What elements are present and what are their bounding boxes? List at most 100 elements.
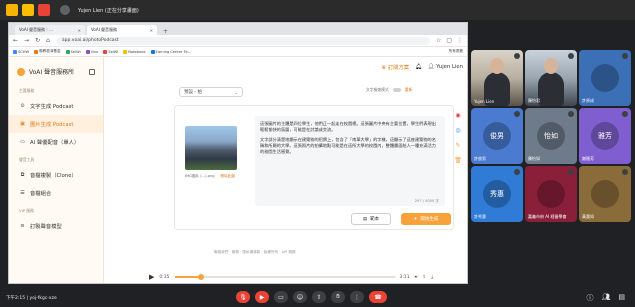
- participant-tile[interactable]: 怡如陳怡如: [525, 108, 577, 164]
- chat-icon[interactable]: ▤: [618, 293, 625, 303]
- record-icon[interactable]: ◉: [455, 112, 460, 119]
- avatar: 俊男: [483, 122, 511, 150]
- reset-link[interactable]: 重新: [405, 87, 413, 93]
- star-icon[interactable]: ☆: [436, 37, 441, 44]
- list-icon: ☰: [20, 190, 25, 196]
- mic-button[interactable]: 🎙︎: [236, 291, 250, 303]
- text-check-options: 文字檢查模式 重新: [366, 87, 412, 93]
- brand: VoAI 聲音服務所: [9, 57, 103, 82]
- meeting-clock: 下午2:15 | yoj-fkgc-xze: [6, 295, 57, 301]
- captions-button[interactable]: ▭: [274, 291, 288, 303]
- sidebar-item-clone[interactable]: ⧉ 音檔複製（Clone）: [9, 166, 103, 184]
- bookmark[interactable]: SeiWi: [65, 49, 81, 54]
- browser-tab[interactable]: VoAI 聲音服務 ✕: [87, 25, 157, 35]
- info-icon[interactable]: ⓘ: [586, 293, 593, 303]
- camera-button[interactable]: ▶: [255, 291, 269, 303]
- delete-image-link[interactable]: 刪除此圖: [221, 174, 235, 179]
- avatar: [591, 64, 619, 92]
- app-icon[interactable]: [6, 4, 18, 16]
- bookmark[interactable]: SCHW: [13, 49, 29, 54]
- sample-button[interactable]: ▤ 範本: [351, 213, 391, 225]
- close-icon[interactable]: ✕: [78, 28, 81, 33]
- bookmark[interactable]: Notebook: [123, 49, 146, 54]
- present-button[interactable]: ⇧: [312, 291, 326, 303]
- app-icon[interactable]: [22, 4, 34, 16]
- user-menu[interactable]: 👤︎ Yujen Lien: [428, 64, 463, 70]
- sidebar-item-custom-model[interactable]: ≋ 訂製聲音模型: [9, 217, 103, 235]
- participant-tile[interactable]: Yujen Lien: [471, 50, 523, 106]
- avatar: 怡如: [537, 122, 565, 150]
- toggle[interactable]: [392, 88, 401, 92]
- back-icon[interactable]: ←: [13, 37, 18, 44]
- participant-name: 許原成: [582, 98, 594, 103]
- all-bookmarks[interactable]: 所有書籤: [449, 49, 463, 54]
- bookmark-label: 佛教慈濟基金: [39, 49, 61, 53]
- new-tab-icon[interactable]: +: [159, 28, 172, 35]
- collapse-sidebar-icon[interactable]: [89, 68, 95, 75]
- sidebar-item-label: 音檔複製（Clone）: [30, 173, 77, 179]
- sidebar-item-image-podcast[interactable]: ▣ 圖片生成 Podcast: [9, 115, 103, 133]
- pen-icon[interactable]: ✎: [455, 142, 460, 149]
- participant-tile[interactable]: 俊男 許俊男: [471, 108, 523, 164]
- forward-icon[interactable]: →: [24, 37, 29, 44]
- menu-icon[interactable]: ⋮: [457, 37, 463, 44]
- participant-tile[interactable]: 黃惠如: [579, 166, 631, 222]
- sidebar-item-text-podcast[interactable]: ⊙ 文字生成 Podcast: [9, 97, 103, 115]
- close-icon[interactable]: ✕: [150, 28, 153, 33]
- participant-name: 陳怡如: [528, 156, 540, 161]
- participant-name: 陳怡君: [528, 98, 540, 103]
- participant-tile[interactable]: 許原成: [579, 50, 631, 106]
- share-icon[interactable]: ⇪: [422, 275, 426, 280]
- footer-links: 聯絡我們 · 服務 · 隱私權條款 · 版權所有 · API 服務: [214, 250, 296, 254]
- meeting-controls: 🎙︎ ▶ ▭ ☺ ⇧ ✋︎ ⋮ ☎︎: [236, 291, 387, 303]
- seek-bar[interactable]: [174, 274, 395, 280]
- message-icon: ▭: [20, 139, 25, 145]
- more-options-button[interactable]: ⋮: [350, 291, 364, 303]
- presenter-avatar: [60, 5, 70, 15]
- mic-off-icon: [514, 169, 520, 175]
- leave-call-button[interactable]: ☎︎: [369, 291, 387, 303]
- play-icon[interactable]: ▶: [149, 273, 154, 281]
- generated-text-area[interactable]: 這張圖片的主體是四位學生，他們正一起走在校園裡。這張圖片中央有主要位置，學生們表…: [255, 116, 445, 206]
- participant-tile[interactable]: 雅芳 謝雅芳: [579, 108, 631, 164]
- participant-grid: Yujen Lien 陳怡君 許原成 俊男 許俊男 怡如 陳怡如 雅芳 謝雅芳 秀惠 許秀惠 嘉義市府…: [471, 50, 633, 222]
- home-icon[interactable]: ⌂: [46, 37, 50, 44]
- volume-icon[interactable]: 🔊︎: [415, 274, 418, 280]
- participant-name: 謝雅芳: [582, 156, 594, 161]
- participant-tile[interactable]: 陳怡君: [525, 50, 577, 106]
- reload-icon[interactable]: ↻: [35, 37, 40, 44]
- trash-icon[interactable]: 🗑︎: [454, 157, 462, 164]
- sidebar-section-main: 主要服務: [19, 88, 35, 93]
- seek-handle[interactable]: [197, 274, 204, 280]
- bookmark[interactable]: Vivo: [85, 49, 98, 54]
- logo-icon: [17, 67, 25, 76]
- url-input[interactable]: app.voai.ai/photoPodcast: [55, 36, 430, 45]
- sidebar-item-label: 圖片生成 Podcast: [30, 122, 74, 128]
- participant-name: 嘉義市府 AI 經營學會: [528, 214, 567, 219]
- chevron-down-icon: ⌄: [234, 89, 238, 95]
- bookmark[interactable]: 佛教慈濟基金: [34, 49, 61, 54]
- hand-button[interactable]: ✋︎: [331, 291, 345, 303]
- participant-tile[interactable]: 嘉義市府 AI 經營學會: [525, 166, 577, 222]
- participant-tile[interactable]: 秀惠 許秀惠: [471, 166, 523, 222]
- bookmark[interactable]: Earning Center Fe...: [150, 49, 191, 54]
- target-icon[interactable]: ◎: [455, 127, 460, 134]
- people-icon[interactable]: 👥︎: [601, 293, 610, 303]
- reactions-button[interactable]: ☺: [293, 291, 307, 303]
- mic-off-icon: [568, 53, 574, 59]
- sidebar-item-ai-voice[interactable]: ▭ AI 聲優配音（單人）: [9, 133, 103, 151]
- voice-select[interactable]: 預設 - 柏 ⌄: [179, 87, 243, 97]
- extensions-icon[interactable]: ▢: [446, 37, 452, 44]
- brand-name: VoAI 聲音服務所: [29, 69, 75, 76]
- app-icon[interactable]: [38, 4, 50, 16]
- browser-tab[interactable]: VoAI 聲音服務｜... ✕: [15, 25, 85, 35]
- sidebar-item-combine[interactable]: ☰ 音檔組合: [9, 184, 103, 202]
- download-icon[interactable]: ⤓: [431, 274, 433, 280]
- uploaded-image[interactable]: [185, 126, 237, 170]
- bell-icon[interactable]: 🔔︎: [415, 64, 422, 70]
- plan-link[interactable]: ♛ 訂閱方案: [381, 63, 409, 71]
- bookmark[interactable]: SeiWi: [103, 49, 118, 54]
- sidebar-item-label: 文字生成 Podcast: [30, 104, 74, 110]
- generate-button[interactable]: ✦ 開始生成: [401, 213, 451, 225]
- sidebar-section-voice: 聲音工具: [19, 157, 35, 162]
